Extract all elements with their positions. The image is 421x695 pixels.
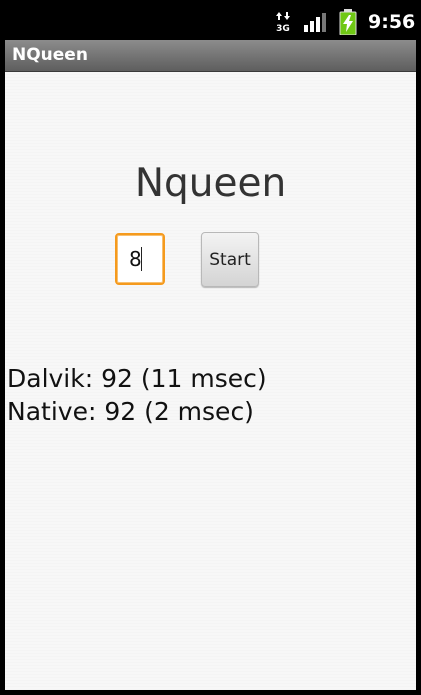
network-label: 3G [276,24,290,32]
signal-icon [304,12,326,32]
n-value-text: 8 [129,247,142,271]
main-content: Nqueen 8 Start Dalvik: 92 (11 msec) Nati… [5,72,416,690]
n-value-input[interactable]: 8 [115,233,165,285]
text-caret [141,247,142,271]
network-3g-icon: 3G [275,12,291,34]
app-title: NQueen [12,45,88,65]
native-result: Native: 92 (2 msec) [7,397,254,426]
page-title: Nqueen [134,161,287,206]
battery-charging-icon [339,9,357,36]
app-title-bar: NQueen [5,40,416,72]
status-time: 9:56 [368,11,416,33]
dalvik-result: Dalvik: 92 (11 msec) [7,364,267,393]
device-screen: 3G 9:56 NQueen Nqueen 8 Start Dalvik: 92… [0,0,421,695]
start-button[interactable]: Start [201,232,259,287]
status-bar: 3G 9:56 [0,0,421,40]
